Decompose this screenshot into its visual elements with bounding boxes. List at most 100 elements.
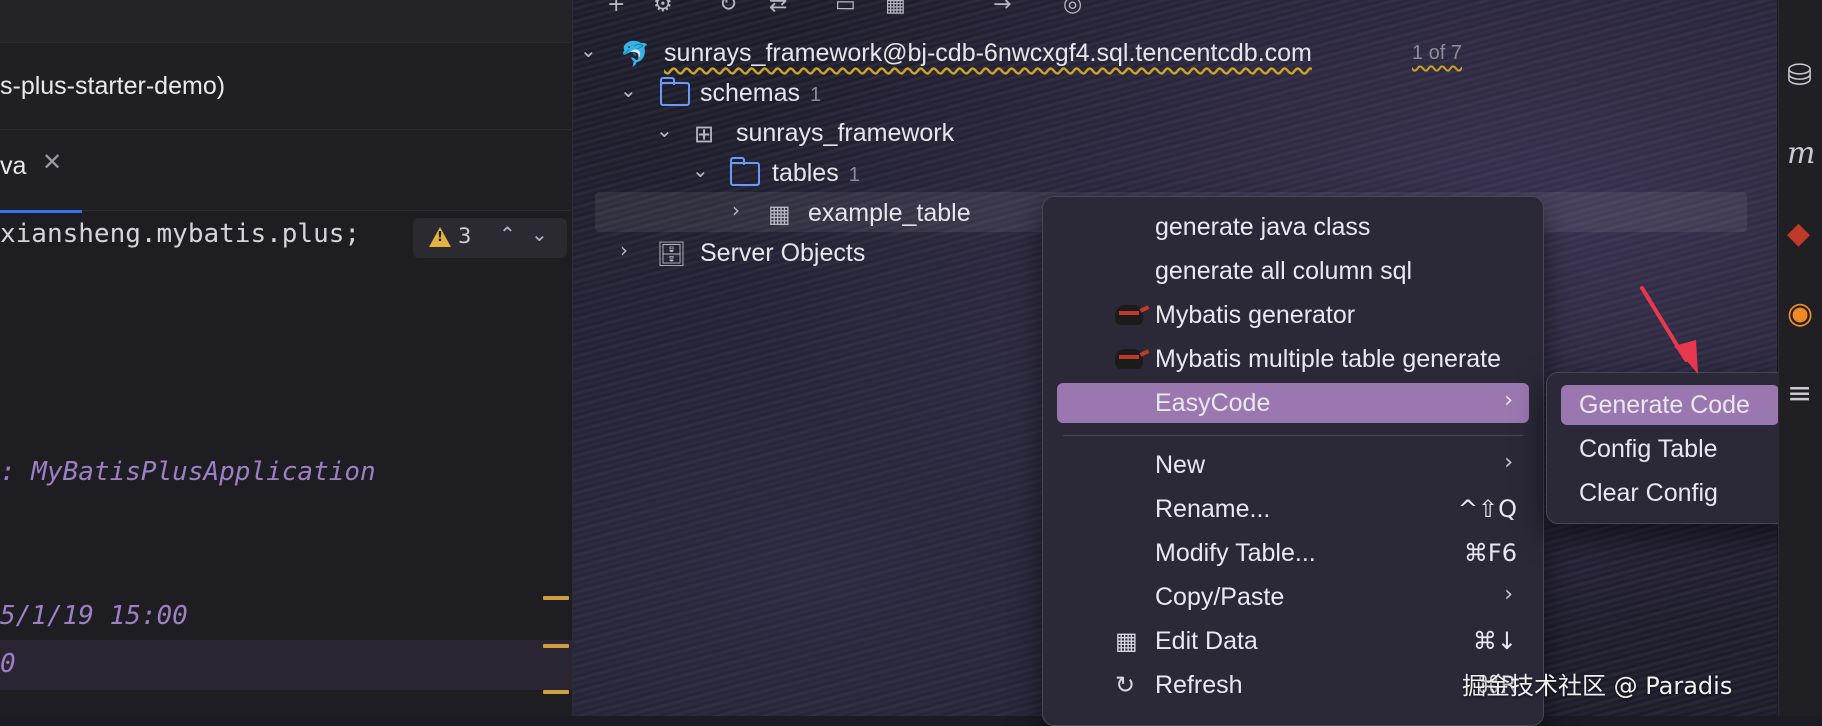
schema-icon: ⊞ (694, 121, 715, 148)
tree-item-schemas[interactable]: ⌄ schemas 1 (620, 76, 1020, 112)
current-line-highlight (0, 640, 572, 690)
chevron-down-icon[interactable]: ⌄ (580, 38, 597, 62)
schema-sync-icon[interactable]: ⇄ (769, 0, 787, 17)
ninja-icon[interactable]: ◆ (1787, 216, 1810, 251)
menu-item-label: New (1155, 451, 1206, 479)
folder-icon (730, 157, 760, 186)
code-line-date[interactable]: 5/1/19 15:00 (0, 601, 188, 631)
menu-item-label: Edit Data (1155, 627, 1258, 655)
submenu-item-config-table[interactable]: Config Table (1561, 429, 1779, 469)
connection-label: sunrays_framework@bj-cdb-6nwcxgf4.sql.te… (664, 39, 1312, 67)
chevron-right-icon: › (1504, 388, 1513, 413)
menu-item-shortcut: ⌘F6 (1463, 539, 1517, 567)
schema-label: sunrays_framework (736, 119, 955, 147)
tables-count: 1 (848, 164, 860, 186)
menu-item-shortcut: ^⇧Q (1457, 495, 1517, 523)
schemas-label: schemas (700, 79, 801, 107)
chevron-right-icon: › (1504, 450, 1513, 475)
refresh-icon: ↻ (1115, 671, 1136, 699)
editor-title-bar (0, 0, 572, 43)
console-icon[interactable]: ▭ (835, 0, 856, 17)
gutter-warning-marker[interactable] (543, 690, 569, 694)
menu-item-edit-data[interactable]: ▦ Edit Data ⌘↓ (1057, 621, 1529, 661)
context-menu: generate java class generate all column … (1042, 196, 1544, 726)
table-label: example_table (808, 199, 971, 227)
structure-icon[interactable]: ≡ (1787, 376, 1812, 411)
menu-item-shortcut: ⌘↓ (1472, 627, 1517, 655)
database-toolbar: + ⚙ ↻ ⇄ ▭ ▦ → ◎ (573, 0, 1777, 20)
menu-item-label: Mybatis generator (1155, 301, 1356, 329)
menu-item-label: Refresh (1155, 671, 1243, 699)
easycode-submenu: Generate Code Config Table Clear Config (1546, 372, 1794, 524)
menu-item-label: Modify Table... (1155, 539, 1316, 567)
code-editor-panel: s-plus-starter-demo) va ✕ xiansheng.myba… (0, 0, 573, 716)
close-icon[interactable]: ✕ (42, 148, 62, 176)
warning-icon (429, 227, 451, 247)
annotation-arrow-icon (1640, 286, 1698, 374)
project-name: s-plus-starter-demo) (0, 72, 226, 100)
editor-tab-bar: va ✕ (0, 130, 572, 213)
server-objects-label: Server Objects (700, 239, 866, 267)
filter-icon[interactable]: ◎ (1063, 0, 1082, 17)
database-icon[interactable]: ⛁ (1787, 58, 1812, 93)
folder-icon (660, 77, 690, 106)
watermark: 掘金技术社区 @ Paradis (1462, 672, 1733, 700)
connection-count: 1 of 7 (1412, 42, 1463, 64)
maven-icon[interactable]: m (1787, 136, 1815, 171)
server-objects-icon: 🗄 (656, 241, 687, 268)
code-line-application[interactable]: : MyBatisPlusApplication (0, 457, 376, 487)
menu-item-modify-table[interactable]: Modify Table... ⌘F6 (1057, 533, 1529, 573)
tables-label: tables (772, 159, 839, 187)
chevron-down-icon[interactable]: ⌄ (620, 78, 637, 102)
table-icon[interactable]: ▦ (885, 0, 906, 17)
gutter-warning-marker[interactable] (543, 644, 569, 648)
menu-item-label: Copy/Paste (1155, 583, 1285, 611)
tree-item-tables[interactable]: ⌄ tables 1 (692, 156, 992, 192)
refresh-icon[interactable]: ↻ (719, 0, 737, 17)
chevron-right-icon[interactable]: › (732, 198, 740, 222)
menu-item-rename[interactable]: Rename... ^⇧Q (1057, 489, 1529, 529)
menu-item-generate-all-column-sql[interactable]: generate all column sql (1057, 251, 1529, 291)
jump-icon[interactable]: → (993, 0, 1011, 17)
gutter-warning-marker[interactable] (543, 596, 569, 600)
menu-item-mybatis-generator[interactable]: Mybatis generator (1057, 295, 1529, 335)
tree-item-connection[interactable]: ⌄ 🐬 sunrays_framework@bj-cdb-6nwcxgf4.sq… (580, 36, 1480, 72)
settings-icon[interactable]: ⚙ (653, 0, 673, 17)
next-warning-button[interactable]: ⌄ (531, 222, 548, 246)
previous-warning-button[interactable]: ⌃ (499, 222, 516, 246)
chevron-down-icon[interactable]: ⌄ (656, 118, 673, 142)
menu-item-copy-paste[interactable]: Copy/Paste › (1057, 577, 1529, 617)
warning-count: 3 (458, 224, 472, 248)
submenu-item-clear-config[interactable]: Clear Config (1561, 473, 1779, 513)
schemas-count: 1 (810, 84, 822, 106)
inspection-widget[interactable]: 3 ⌃ ⌄ (413, 218, 567, 258)
editor-tab-label: va (0, 152, 27, 180)
editor-tab-active[interactable]: va ✕ (0, 130, 82, 213)
menu-separator (1063, 435, 1523, 436)
tree-item-server-objects[interactable]: › 🗄 Server Objects (620, 236, 1020, 272)
menu-item-label: EasyCode (1155, 389, 1271, 417)
ninja-icon (1115, 305, 1143, 325)
submenu-item-label: Generate Code (1579, 391, 1750, 419)
menu-item-easycode[interactable]: EasyCode › (1057, 383, 1529, 423)
menu-item-label: generate all column sql (1155, 257, 1413, 285)
mysql-dolphin-icon: 🐬 (620, 41, 650, 68)
menu-item-label: generate java class (1155, 213, 1371, 241)
menu-item-generate-java-class[interactable]: generate java class (1057, 207, 1529, 247)
submenu-item-generate-code[interactable]: Generate Code (1561, 385, 1779, 425)
tree-item-schema[interactable]: ⌄ ⊞ sunrays_framework (656, 116, 1056, 152)
menu-item-label: Mybatis multiple table generate (1155, 345, 1502, 373)
menu-item-new[interactable]: New › (1057, 445, 1529, 485)
add-icon[interactable]: + (607, 0, 625, 17)
menu-item-refresh[interactable]: ↻ Refresh ⌘R (1057, 665, 1529, 705)
chevron-right-icon[interactable]: › (620, 238, 628, 262)
chevron-down-icon[interactable]: ⌄ (692, 158, 709, 182)
code-line-package[interactable]: xiansheng.mybatis.plus; (0, 219, 360, 249)
menu-item-label: Rename... (1155, 495, 1271, 523)
code-line-zero[interactable]: 0 (0, 649, 16, 679)
submenu-item-label: Config Table (1579, 435, 1718, 463)
chevron-right-icon: › (1504, 582, 1513, 607)
menu-item-mybatis-multiple-table-generate[interactable]: Mybatis multiple table generate (1057, 339, 1529, 379)
tree-item-example-table[interactable]: › ▦ example_table (732, 196, 1052, 232)
plugin-icon[interactable]: ◉ (1787, 296, 1813, 331)
